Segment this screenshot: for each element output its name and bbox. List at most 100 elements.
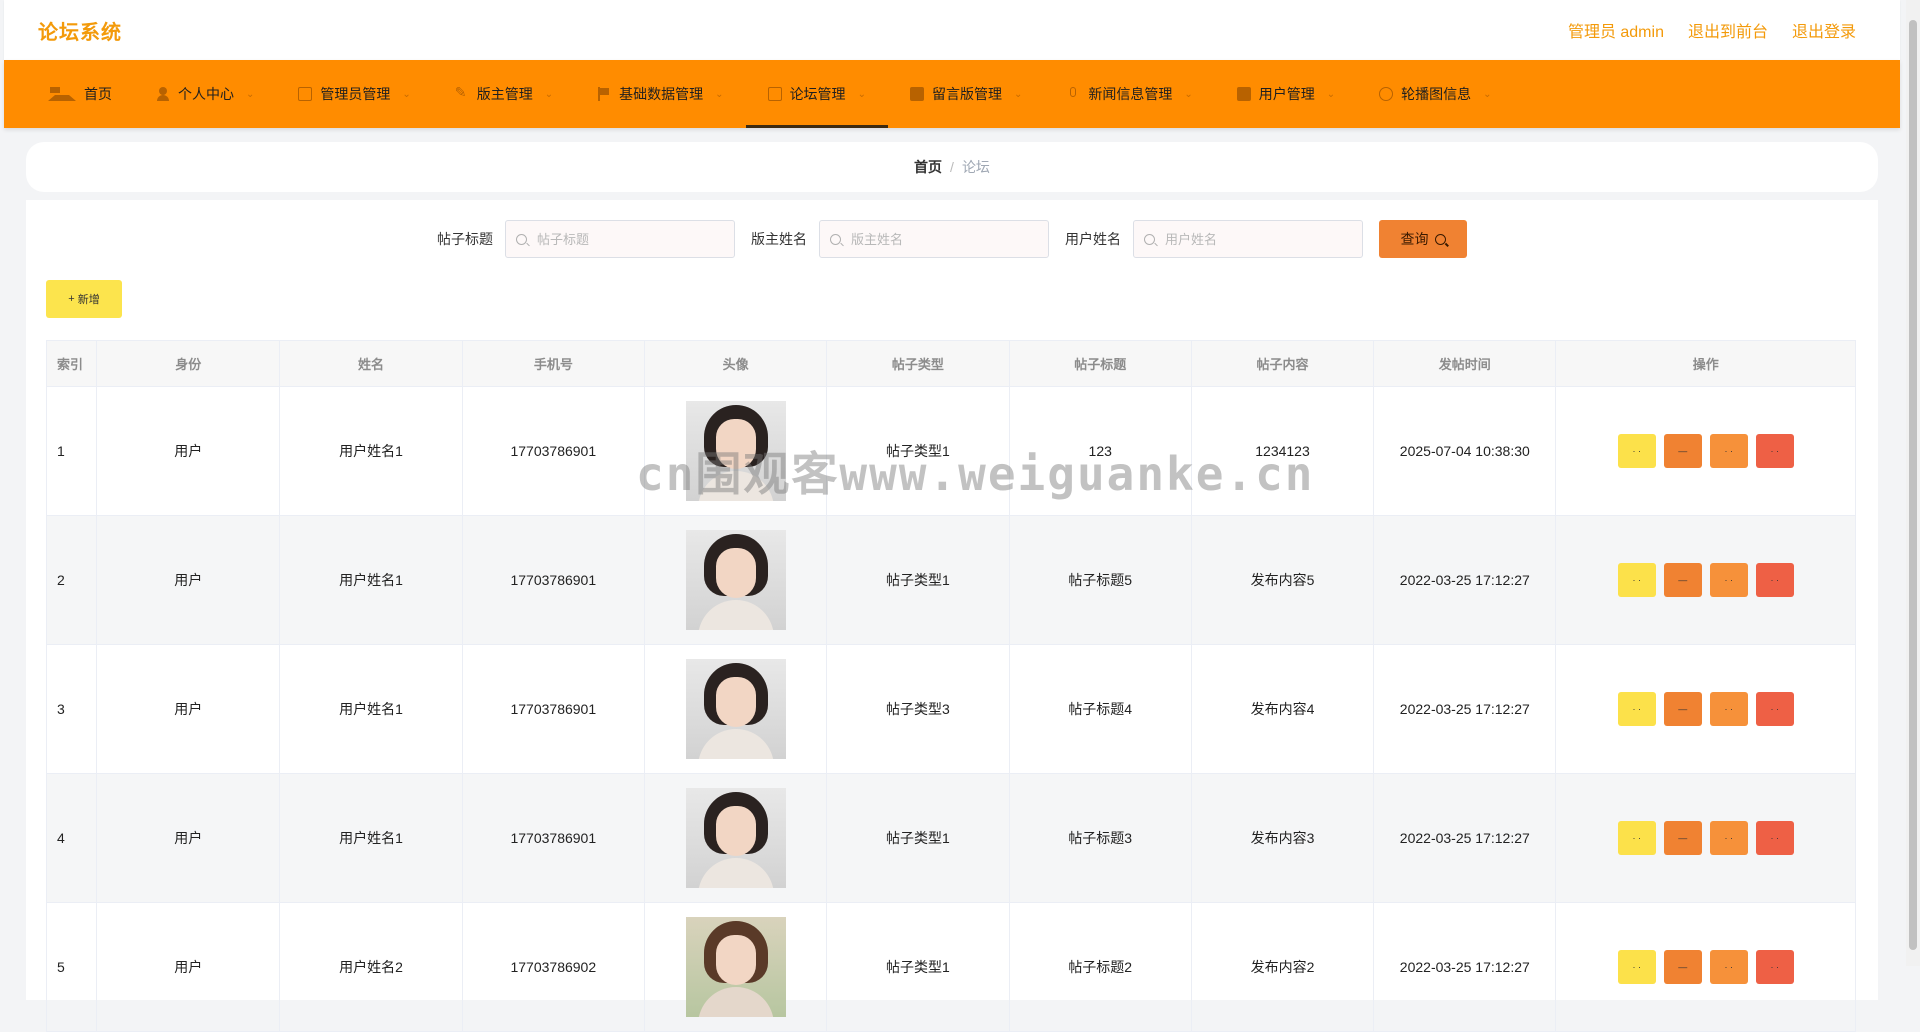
add-button[interactable]: + 新增 [46, 280, 122, 318]
cell-role: 用户 [96, 515, 281, 645]
brand-title: 论坛系统 [38, 21, 122, 44]
comment-button[interactable]: · · [1709, 563, 1748, 597]
comment-button[interactable]: · · [1709, 950, 1748, 984]
moderator-name-field[interactable] [819, 220, 1049, 258]
cell-type: 帖子类型1 [826, 386, 1010, 516]
cell-time: 2022-03-25 17:12:27 [1373, 644, 1557, 774]
column-header: 发帖时间 [1373, 340, 1557, 387]
nav-item-news[interactable]: 新闻信息管理 ⌄ [1044, 60, 1214, 128]
logout-link[interactable]: 退出登录 [1792, 18, 1856, 42]
edit-button[interactable]: — [1663, 821, 1702, 855]
cell-actions: · · — · · · · [1555, 902, 1856, 1032]
cell-name: 用户姓名1 [279, 515, 463, 645]
avatar [685, 917, 786, 1017]
cell-content: 发布内容2 [1190, 902, 1375, 1032]
nav-label: 首页 [84, 86, 112, 102]
nav-item-profile[interactable]: 个人中心 ⌄ [134, 60, 276, 128]
delete-button[interactable]: · · [1755, 563, 1794, 597]
column-header: 索引 [45, 340, 98, 387]
nav-item-home[interactable]: 首页 [26, 60, 134, 128]
delete-button[interactable]: · · [1755, 821, 1794, 855]
avatar [685, 530, 786, 630]
column-header: 帖子类型 [826, 340, 1010, 387]
breadcrumb-separator: / [950, 159, 954, 175]
breadcrumb-home[interactable]: 首页 [914, 157, 942, 177]
cell-content: 发布内容4 [1190, 644, 1375, 774]
scrollbar-thumb[interactable] [1909, 20, 1917, 950]
user-name-field[interactable] [1133, 220, 1363, 258]
cell-role: 用户 [96, 386, 281, 516]
user-name-label: 用户姓名 [1065, 231, 1121, 247]
cell-index: 1 [45, 386, 98, 516]
column-header: 姓名 [279, 340, 463, 387]
chevron-down-icon: ⌄ [857, 88, 866, 100]
nav-item-users[interactable]: 用户管理 ⌄ [1215, 60, 1357, 128]
admin-user-link[interactable]: 管理员 admin [1568, 18, 1664, 42]
search-icon [1144, 233, 1155, 245]
chevron-down-icon: ⌄ [715, 88, 724, 100]
nav-item-basic-data[interactable]: 基础数据管理 ⌄ [575, 60, 745, 128]
table-row: 2 用户 用户姓名1 17703786901 帖子类型1 帖子标题5 发布内容5… [45, 515, 1856, 645]
table-header-row: 索引 身份 姓名 手机号 头像 帖子类型 帖子标题 帖子内容 发帖时间 操作 [45, 340, 1856, 387]
user-name-input[interactable] [1163, 230, 1347, 248]
nav-item-moderator[interactable]: 版主管理 ⌄ [433, 60, 575, 128]
table-row: 3 用户 用户姓名1 17703786901 帖子类型3 帖子标题4 发布内容4… [45, 644, 1856, 774]
cell-time: 2022-03-25 17:12:27 [1373, 515, 1557, 645]
cell-avatar [643, 644, 828, 774]
nav-item-message-board[interactable]: 留言版管理 ⌄ [888, 60, 1044, 128]
chevron-down-icon: ⌄ [1013, 88, 1023, 100]
post-title-field[interactable] [505, 220, 735, 258]
detail-button[interactable]: · · [1617, 821, 1656, 855]
cell-avatar [643, 773, 828, 903]
cell-index: 4 [45, 773, 98, 903]
cell-phone: 17703786902 [461, 902, 645, 1032]
cell-phone: 17703786901 [461, 515, 645, 645]
detail-button[interactable]: · · [1617, 692, 1656, 726]
query-button[interactable]: 查询 [1379, 220, 1467, 258]
cell-title: 帖子标题3 [1008, 773, 1192, 903]
delete-button[interactable]: · · [1755, 692, 1794, 726]
detail-button[interactable]: · · [1617, 563, 1656, 597]
cell-index: 2 [45, 515, 98, 645]
nav-item-forum[interactable]: 论坛管理 ⌄ [745, 60, 888, 128]
cell-type: 帖子类型3 [826, 644, 1010, 774]
cell-role: 用户 [96, 902, 281, 1032]
nav-item-admin[interactable]: 管理员管理 ⌄ [276, 60, 432, 128]
cell-content: 发布内容5 [1190, 515, 1375, 645]
delete-button[interactable]: · · [1755, 434, 1794, 468]
search-icon [830, 233, 841, 245]
comment-button[interactable]: · · [1709, 434, 1748, 468]
edit-button[interactable]: — [1663, 692, 1702, 726]
detail-button[interactable]: · · [1617, 950, 1656, 984]
cell-name: 用户姓名2 [279, 902, 463, 1032]
search-icon [516, 233, 527, 245]
cell-title: 帖子标题4 [1008, 644, 1192, 774]
cell-type: 帖子类型1 [826, 902, 1010, 1032]
users-icon [1236, 87, 1251, 101]
moderator-name-input[interactable] [849, 230, 1033, 248]
chevron-down-icon: ⌄ [246, 88, 255, 100]
nav-item-carousel[interactable]: 轮播图信息 ⌄ [1357, 60, 1513, 128]
edit-button[interactable]: — [1663, 563, 1702, 597]
cell-phone: 17703786901 [461, 773, 645, 903]
detail-button[interactable]: · · [1617, 434, 1656, 468]
comment-button[interactable]: · · [1709, 692, 1748, 726]
forum-icon [767, 87, 782, 101]
comment-button[interactable]: · · [1709, 821, 1748, 855]
avatar [685, 659, 786, 759]
header-links: 管理员 admin 退出到前台 退出登录 [1568, 18, 1856, 42]
cell-actions: · · — · · · · [1555, 644, 1856, 774]
edit-button[interactable]: — [1663, 434, 1702, 468]
content-panel: 帖子标题 版主姓名 用户姓名 查询 + 新增 [26, 200, 1878, 1032]
nav-label: 新闻信息管理 [1088, 86, 1173, 102]
edit-button[interactable]: — [1663, 950, 1702, 984]
delete-button[interactable]: · · [1755, 950, 1794, 984]
cell-role: 用户 [96, 773, 281, 903]
post-title-input[interactable] [535, 230, 719, 248]
chevron-down-icon: ⌄ [402, 88, 411, 100]
edit-icon [455, 84, 469, 101]
scrollbar[interactable] [1906, 0, 1920, 966]
user-icon [156, 87, 170, 101]
moderator-name-label: 版主姓名 [751, 231, 807, 247]
exit-to-front-link[interactable]: 退出到前台 [1688, 18, 1768, 42]
